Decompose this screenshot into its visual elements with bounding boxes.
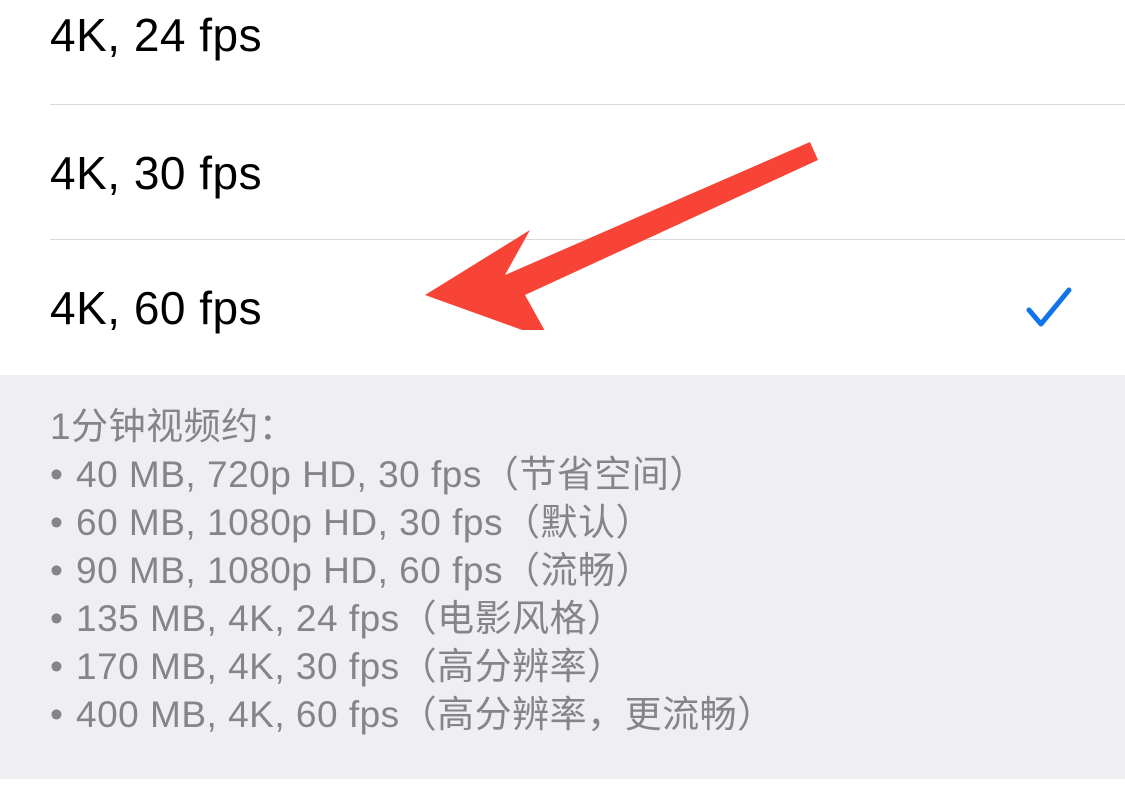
footer-item: •400 MB, 4K, 60 fps（高分辨率，更流畅） [50,691,1075,739]
video-options-list: 4K, 24 fps 4K, 30 fps 4K, 60 fps [0,0,1125,375]
footer-info: 1分钟视频约： •40 MB, 720p HD, 30 fps（节省空间） •6… [0,375,1125,779]
option-label: 4K, 60 fps [50,281,262,335]
footer-item: •170 MB, 4K, 30 fps（高分辨率） [50,643,1075,691]
checkmark-icon [1023,284,1075,332]
option-label: 4K, 30 fps [50,146,262,200]
footer-item: •60 MB, 1080p HD, 30 fps（默认） [50,499,1075,547]
footer-item: •90 MB, 1080p HD, 60 fps（流畅） [50,547,1075,595]
option-label: 4K, 24 fps [50,8,262,62]
video-option-4k-30fps[interactable]: 4K, 30 fps [0,105,1125,240]
footer-item: •40 MB, 720p HD, 30 fps（节省空间） [50,451,1075,499]
video-option-4k-24fps[interactable]: 4K, 24 fps [0,0,1125,105]
video-option-4k-60fps[interactable]: 4K, 60 fps [0,240,1125,375]
footer-title: 1分钟视频约： [50,403,1075,451]
footer-item: •135 MB, 4K, 24 fps（电影风格） [50,595,1075,643]
